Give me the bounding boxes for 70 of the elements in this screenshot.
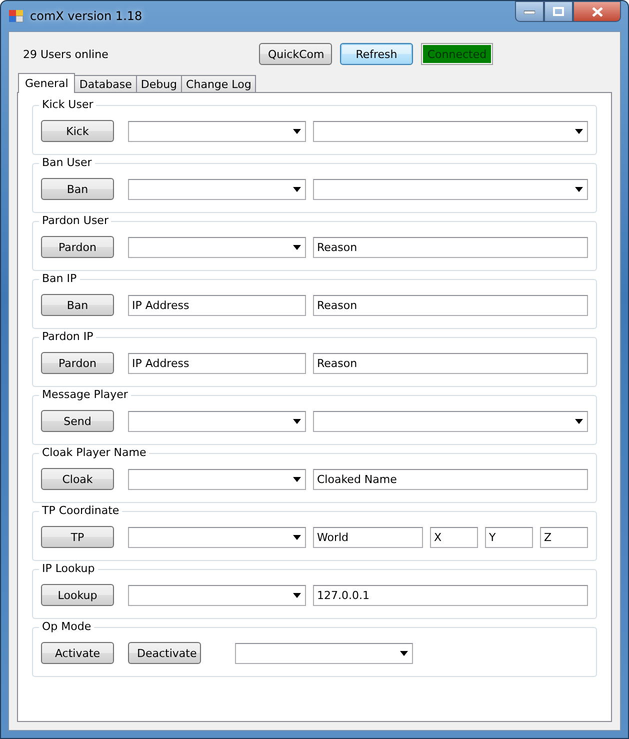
input-field[interactable]: IP Address <box>128 294 306 316</box>
input-field[interactable]: IP Address <box>128 352 306 374</box>
group-title: Pardon IP <box>39 330 96 343</box>
dropdown[interactable] <box>128 236 306 258</box>
minimize-button[interactable] <box>515 1 544 22</box>
dropdown[interactable] <box>313 120 588 142</box>
group-title: TP Coordinate <box>39 504 122 517</box>
app-icon <box>8 8 24 24</box>
input-field[interactable]: Cloaked Name <box>313 468 588 490</box>
connection-status: Connected <box>421 43 493 65</box>
input-field[interactable]: X <box>430 526 478 548</box>
dropdown-arrow-icon <box>575 186 583 192</box>
dropdown[interactable] <box>128 584 306 606</box>
group-title: Pardon User <box>39 214 112 227</box>
minimize-icon <box>524 10 535 14</box>
dropdown-arrow-icon <box>293 534 301 540</box>
dropdown[interactable] <box>128 526 306 548</box>
close-button[interactable] <box>573 1 621 22</box>
dropdown-arrow-icon <box>293 186 301 192</box>
group-title: Op Mode <box>39 620 94 633</box>
dropdown[interactable] <box>128 410 306 432</box>
action-button[interactable]: Lookup <box>41 584 114 606</box>
group-title: Message Player <box>39 388 131 401</box>
tab[interactable]: General <box>18 73 76 93</box>
tab[interactable]: Change Log <box>181 75 256 92</box>
dropdown-arrow-icon <box>400 650 408 656</box>
toolbar-button[interactable]: Refresh <box>340 43 413 65</box>
input-field[interactable]: Y <box>485 526 533 548</box>
dropdown-arrow-icon <box>293 592 301 598</box>
group-title: IP Lookup <box>39 562 98 575</box>
group-title: Ban User <box>39 156 95 169</box>
maximize-icon <box>553 7 564 16</box>
action-button[interactable]: Cloak <box>41 468 114 490</box>
action-button[interactable]: Activate <box>41 642 114 664</box>
input-field[interactable]: World <box>313 526 423 548</box>
action-button[interactable]: TP <box>41 526 114 548</box>
dropdown-arrow-icon <box>293 418 301 424</box>
dropdown[interactable] <box>313 178 588 200</box>
action-button[interactable]: Send <box>41 410 114 432</box>
dropdown[interactable] <box>128 120 306 142</box>
input-field[interactable]: 127.0.0.1 <box>313 584 588 606</box>
action-button[interactable]: Kick <box>41 120 114 142</box>
users-online-label: 29 Users online <box>22 48 110 60</box>
toolbar-button[interactable]: QuickCom <box>259 43 332 65</box>
action-button[interactable]: Pardon <box>41 236 114 258</box>
input-field[interactable]: Z <box>540 526 588 548</box>
dropdown[interactable] <box>313 410 588 432</box>
dropdown-arrow-icon <box>293 476 301 482</box>
action-button[interactable]: Deactivate <box>128 642 201 664</box>
dropdown-arrow-icon <box>293 128 301 134</box>
dropdown[interactable] <box>235 642 413 664</box>
group-title: Kick User <box>39 98 96 111</box>
maximize-button[interactable] <box>544 1 573 22</box>
dropdown-arrow-icon <box>575 128 583 134</box>
input-field[interactable]: Reason <box>313 352 588 374</box>
dropdown[interactable] <box>128 178 306 200</box>
dropdown-arrow-icon <box>575 418 583 424</box>
group-title: Ban IP <box>39 272 80 285</box>
action-button[interactable]: Pardon <box>41 352 114 374</box>
dropdown-arrow-icon <box>293 244 301 250</box>
tab[interactable]: Database <box>74 75 137 92</box>
window-title: comX version 1.18 <box>30 9 144 23</box>
close-icon <box>592 6 602 16</box>
group-title: Cloak Player Name <box>39 446 150 459</box>
input-field[interactable]: Reason <box>313 294 588 316</box>
action-button[interactable]: Ban <box>41 178 114 200</box>
action-button[interactable]: Ban <box>41 294 114 316</box>
tab[interactable]: Debug <box>136 75 182 92</box>
dropdown[interactable] <box>128 468 306 490</box>
input-field[interactable]: Reason <box>313 236 588 258</box>
